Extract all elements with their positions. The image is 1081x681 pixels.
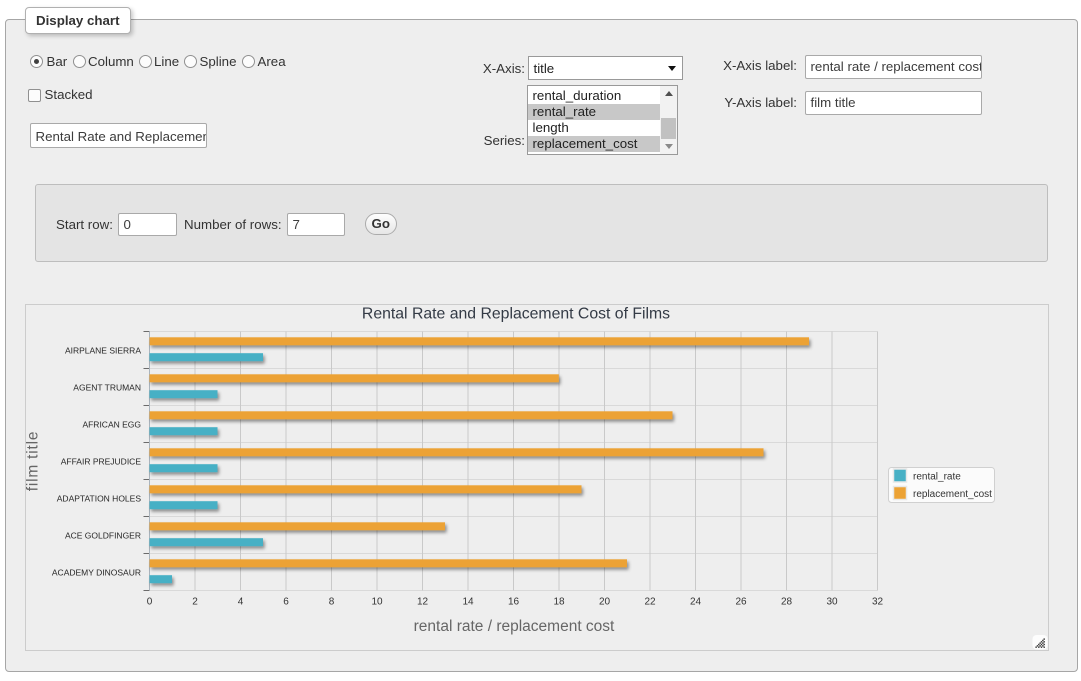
svg-text:ACADEMY DINOSAUR: ACADEMY DINOSAUR <box>52 568 141 578</box>
svg-text:14: 14 <box>462 597 474 608</box>
svg-text:24: 24 <box>690 597 702 608</box>
svg-text:30: 30 <box>826 597 838 608</box>
svg-text:AFFAIR PREJUDICE: AFFAIR PREJUDICE <box>61 457 142 467</box>
svg-text:8: 8 <box>329 597 335 608</box>
svg-text:6: 6 <box>283 597 289 608</box>
svg-text:22: 22 <box>644 597 656 608</box>
svg-text:20: 20 <box>599 597 611 608</box>
svg-text:film title: film title <box>26 431 42 492</box>
svg-text:2: 2 <box>192 597 198 608</box>
svg-text:28: 28 <box>781 597 793 608</box>
svg-text:32: 32 <box>872 597 884 608</box>
svg-text:10: 10 <box>371 597 383 608</box>
svg-text:AIRPLANE SIERRA: AIRPLANE SIERRA <box>65 346 141 356</box>
svg-text:rental rate / replacement cost: rental rate / replacement cost <box>414 618 615 635</box>
svg-text:16: 16 <box>508 597 520 608</box>
svg-text:18: 18 <box>553 597 565 608</box>
svg-text:Rental Rate and Replacement Co: Rental Rate and Replacement Cost of Film… <box>362 306 670 323</box>
svg-text:replacement_cost: replacement_cost <box>913 489 992 500</box>
svg-text:ADAPTATION HOLES: ADAPTATION HOLES <box>57 494 142 504</box>
svg-text:12: 12 <box>417 597 429 608</box>
svg-text:AGENT TRUMAN: AGENT TRUMAN <box>73 383 141 393</box>
svg-text:AFRICAN EGG: AFRICAN EGG <box>82 420 141 430</box>
svg-text:0: 0 <box>147 597 153 608</box>
svg-text:ACE GOLDFINGER: ACE GOLDFINGER <box>65 531 141 541</box>
svg-text:4: 4 <box>238 597 244 608</box>
svg-text:rental_rate: rental_rate <box>913 472 961 483</box>
svg-text:26: 26 <box>735 597 747 608</box>
